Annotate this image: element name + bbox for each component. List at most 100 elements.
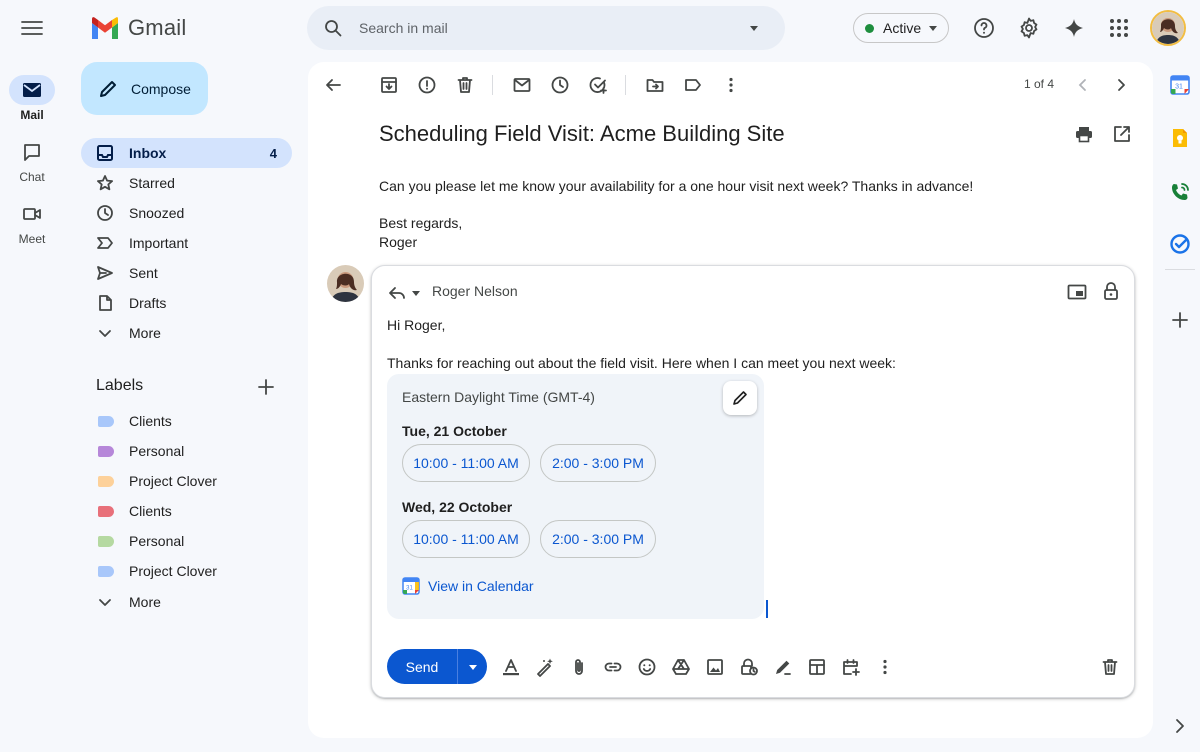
nav-snoozed-label: Snoozed	[129, 205, 185, 221]
magic-pen-icon	[537, 658, 553, 677]
nav-drafts[interactable]: Drafts	[81, 288, 292, 318]
label-item[interactable]: Clients	[81, 406, 292, 436]
chat-icon	[9, 137, 55, 167]
label-item[interactable]: Project Clover	[81, 466, 292, 496]
insert-photo-button[interactable]	[705, 657, 725, 677]
nav-important[interactable]: Important	[81, 228, 292, 258]
nav-inbox-label: Inbox	[129, 145, 167, 161]
account-avatar[interactable]	[1150, 10, 1186, 46]
label-item[interactable]: Project Clover	[81, 556, 292, 586]
edit-availability-button[interactable]	[723, 381, 757, 415]
emoji-button[interactable]	[637, 657, 657, 677]
help-me-write-button[interactable]	[535, 657, 555, 677]
status-dropdown[interactable]: Active	[853, 13, 949, 43]
move-to-button[interactable]	[645, 75, 665, 95]
add-task-icon	[589, 77, 607, 94]
insert-link-button[interactable]	[603, 657, 623, 677]
send-button[interactable]: Send	[387, 649, 457, 684]
main-menu-button[interactable]	[16, 14, 48, 42]
label-name: Clients	[129, 503, 172, 519]
reply-type-dropdown[interactable]	[410, 287, 422, 299]
compose-button[interactable]: Compose	[81, 62, 208, 115]
label-name: Project Clover	[129, 563, 217, 579]
schedule-send-dropdown[interactable]	[457, 649, 487, 684]
nav-sent[interactable]: Sent	[81, 258, 292, 288]
label-icon	[98, 535, 114, 547]
add-task-button[interactable]	[588, 75, 608, 95]
keep-app-button[interactable]	[1168, 126, 1192, 150]
add-label-button[interactable]	[256, 377, 276, 397]
apps-button[interactable]	[1107, 16, 1131, 40]
reply-greeting[interactable]: Hi Roger,	[387, 317, 445, 333]
nav-snoozed[interactable]: Snoozed	[81, 198, 292, 228]
discard-draft-button[interactable]	[1100, 657, 1120, 677]
text-format-icon	[503, 659, 519, 676]
search-input[interactable]	[359, 20, 739, 36]
delete-button[interactable]	[455, 75, 475, 95]
gmail-logo[interactable]: Gmail	[90, 14, 186, 42]
label-item[interactable]: Clients	[81, 496, 292, 526]
chevron-right-icon	[1176, 719, 1184, 733]
back-button[interactable]	[323, 75, 343, 95]
chevron-left-icon	[1078, 79, 1086, 91]
print-button[interactable]	[1074, 124, 1094, 144]
chevron-down-icon	[99, 599, 111, 606]
formatting-button[interactable]	[501, 657, 521, 677]
nav-more[interactable]: More	[81, 318, 292, 348]
get-addons-button[interactable]	[1168, 308, 1192, 332]
drive-button[interactable]	[671, 657, 691, 677]
rail-meet[interactable]: Meet	[0, 199, 64, 246]
labels-more[interactable]: More	[81, 587, 292, 617]
chevron-right-icon	[1118, 79, 1125, 91]
nav-starred[interactable]: Starred	[81, 168, 292, 198]
attach-button[interactable]	[569, 657, 589, 677]
reply-intro[interactable]: Thanks for reaching out about the field …	[387, 355, 896, 371]
nav-inbox[interactable]: Inbox 4	[81, 138, 292, 168]
expand-side-panel-button[interactable]	[1168, 714, 1192, 738]
nav-drafts-label: Drafts	[129, 295, 167, 311]
newer-button[interactable]	[1073, 75, 1093, 95]
voice-app-button[interactable]	[1168, 180, 1192, 204]
signature-pen-icon	[776, 660, 791, 675]
more-actions-button[interactable]	[721, 75, 741, 95]
pop-out-button[interactable]	[1066, 281, 1088, 303]
rail-chat[interactable]: Chat	[0, 137, 64, 184]
search-bar[interactable]	[307, 6, 785, 50]
search-icon[interactable]	[323, 18, 343, 38]
time-slot-button[interactable]: 2:00 - 3:00 PM	[540, 444, 656, 482]
confidential-button[interactable]	[739, 657, 759, 677]
snooze-button[interactable]	[550, 75, 570, 95]
time-slot-button[interactable]: 10:00 - 11:00 AM	[402, 520, 530, 558]
settings-button[interactable]	[1017, 16, 1041, 40]
open-new-window-button[interactable]	[1112, 124, 1132, 144]
gemini-button[interactable]	[1062, 16, 1086, 40]
schedule-event-button[interactable]	[841, 657, 861, 677]
layouts-button[interactable]	[807, 657, 827, 677]
archive-button[interactable]	[379, 75, 399, 95]
confidential-mode-button[interactable]	[1100, 280, 1122, 302]
more-options-button[interactable]	[875, 657, 895, 677]
recipient-name[interactable]: Roger Nelson	[432, 283, 518, 299]
older-button[interactable]	[1111, 75, 1131, 95]
view-in-calendar-link[interactable]: 31 View in Calendar	[402, 577, 534, 595]
send-split-button[interactable]: Send	[387, 649, 487, 684]
calendar-app-button[interactable]: 31	[1168, 73, 1192, 97]
label-item[interactable]: Personal	[81, 436, 292, 466]
mark-unread-button[interactable]	[512, 75, 532, 95]
rail-mail[interactable]: Mail	[0, 75, 64, 122]
sender-avatar	[327, 265, 364, 302]
label-item[interactable]: Personal	[81, 526, 292, 556]
labels-button[interactable]	[683, 75, 703, 95]
tasks-app-button[interactable]	[1168, 232, 1192, 256]
signature-button[interactable]	[773, 657, 793, 677]
help-button[interactable]	[972, 16, 996, 40]
phone-icon	[1172, 183, 1189, 200]
label-icon	[98, 445, 114, 457]
time-slot-button[interactable]: 10:00 - 11:00 AM	[402, 444, 530, 482]
time-slot-button[interactable]: 2:00 - 3:00 PM	[540, 520, 656, 558]
search-options-icon[interactable]	[744, 18, 764, 38]
report-spam-button[interactable]	[417, 75, 437, 95]
email-body-line: Can you please let me know your availabi…	[379, 178, 974, 194]
reply-type-button[interactable]	[387, 283, 407, 303]
calendar-link-label: View in Calendar	[428, 578, 534, 594]
